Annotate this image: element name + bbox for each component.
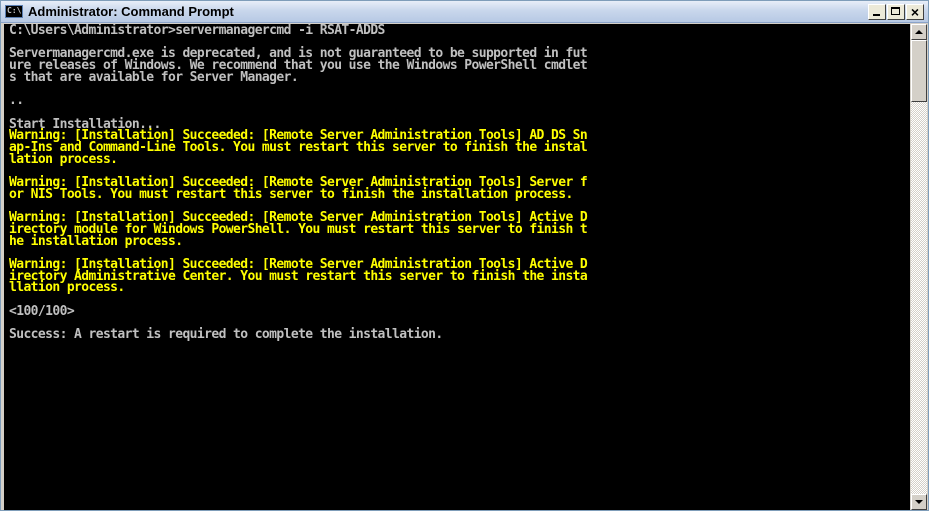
- arrow-down-icon: [915, 500, 923, 504]
- console-line: llation process.: [9, 280, 125, 296]
- console-line: C:\Users\Administrator>servermanagercmd …: [9, 24, 385, 38]
- console-text: C:\Users\Administrator>servermanagercmd …: [4, 24, 910, 341]
- console-line: Success: A restart is required to comple…: [9, 327, 443, 343]
- cmd-icon[interactable]: C:\: [5, 5, 23, 18]
- minimize-icon: [873, 13, 880, 16]
- scroll-down-button[interactable]: [911, 494, 927, 510]
- minimize-button[interactable]: [868, 3, 886, 20]
- console-output[interactable]: C:\Users\Administrator>servermanagercmd …: [4, 24, 910, 510]
- scrollbar-thumb[interactable]: [911, 40, 927, 102]
- console-line: lation process.: [9, 151, 118, 167]
- console-line: he installation process.: [9, 233, 183, 249]
- window-controls: ×: [867, 3, 924, 20]
- console-line: <100/100>: [9, 303, 75, 319]
- scroll-up-button[interactable]: [911, 24, 927, 40]
- command-prompt-window: C:\ Administrator: Command Prompt × C:\U…: [0, 0, 929, 511]
- maximize-icon: [891, 6, 900, 15]
- console-line: s that are available for Server Manager.: [9, 69, 299, 85]
- cmd-icon-glyph: C:\: [7, 6, 22, 15]
- window-title: Administrator: Command Prompt: [28, 4, 234, 19]
- title-bar[interactable]: C:\ Administrator: Command Prompt ×: [1, 1, 928, 23]
- vertical-scrollbar[interactable]: [911, 24, 927, 510]
- close-button[interactable]: ×: [906, 3, 924, 20]
- maximize-button[interactable]: [887, 3, 905, 20]
- console-line: ..: [9, 93, 24, 109]
- close-icon: ×: [910, 3, 920, 20]
- console-line: or NIS Tools. You must restart this serv…: [9, 186, 573, 202]
- arrow-up-icon: [915, 30, 923, 34]
